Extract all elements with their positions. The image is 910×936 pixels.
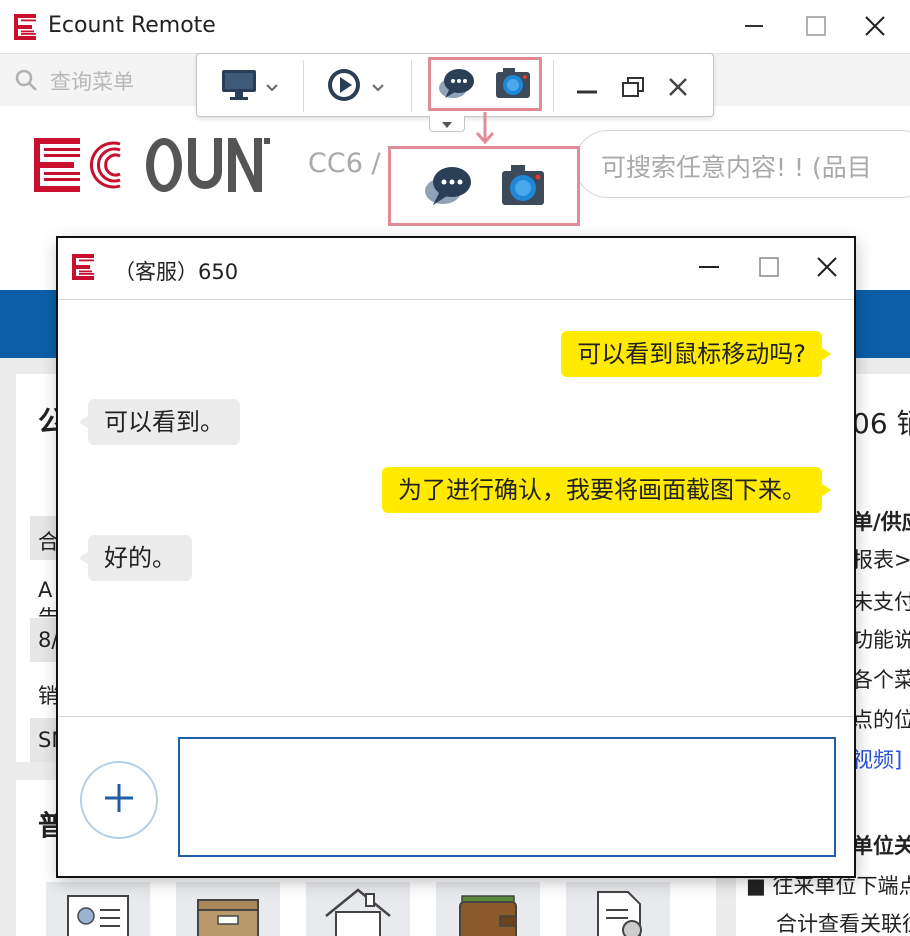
minimize-icon bbox=[698, 256, 720, 282]
toolbar-divider bbox=[553, 60, 554, 112]
left-bottom-title: 普 bbox=[38, 809, 58, 842]
chat-icon bbox=[423, 163, 473, 213]
contact-card-icon bbox=[46, 895, 150, 936]
chat-message-received: 好的。 bbox=[79, 535, 192, 581]
main-search-placeholder: 可搜索任意内容! ! (品目 bbox=[601, 153, 872, 182]
left-panel-title: 公 bbox=[38, 405, 58, 438]
minimize-icon bbox=[575, 76, 599, 100]
monitor-select-button[interactable] bbox=[221, 68, 279, 106]
chat-compose-area bbox=[58, 716, 854, 876]
plus-icon bbox=[103, 782, 135, 818]
chat-popup-title: （客服）650 bbox=[114, 260, 239, 284]
tile-contact-card[interactable] bbox=[46, 882, 150, 936]
right-panel-title: 06 销 bbox=[852, 407, 910, 440]
toolbar-close-button[interactable] bbox=[667, 76, 689, 102]
window-title: Ecount Remote bbox=[48, 13, 216, 38]
right-line-5: 各个菜 bbox=[852, 668, 910, 692]
toolbar-divider bbox=[411, 60, 412, 112]
restore-icon bbox=[621, 76, 645, 102]
left-row-4-text: 销 bbox=[38, 684, 58, 708]
tile-wallet[interactable] bbox=[436, 882, 540, 936]
message-input[interactable] bbox=[178, 737, 836, 857]
right-line-10: 合计查看关联往 bbox=[776, 912, 910, 936]
popup-minimize-button[interactable] bbox=[692, 252, 726, 286]
ecount-logo-icon bbox=[72, 254, 94, 284]
zoomed-toolbar-callout bbox=[388, 146, 580, 226]
ecount-brand-logo bbox=[34, 138, 270, 196]
play-button[interactable] bbox=[327, 68, 385, 106]
window-maximize-button[interactable] bbox=[796, 10, 836, 46]
chat-popup-window: （客服）650 可以看到鼠标移动吗? 可以看到。 为了进行确认，我要将画面截图下… bbox=[56, 236, 856, 878]
window-minimize-button[interactable] bbox=[734, 10, 774, 46]
right-line-link[interactable]: 视频] C bbox=[852, 744, 910, 774]
toolbar-restore-button[interactable] bbox=[621, 76, 645, 102]
right-line-8: 单位关 bbox=[852, 834, 910, 858]
wallet-icon bbox=[436, 895, 540, 936]
chevron-down-icon bbox=[371, 78, 385, 97]
tile-document-settings[interactable] bbox=[566, 882, 670, 936]
right-line-1: 单/供应 bbox=[852, 510, 910, 534]
document-gear-icon bbox=[566, 891, 670, 936]
attach-button[interactable] bbox=[80, 761, 158, 839]
window-titlebar: Ecount Remote bbox=[0, 0, 910, 54]
popup-maximize-button[interactable] bbox=[752, 252, 786, 286]
toolbar-minimize-button[interactable] bbox=[575, 76, 599, 100]
chevron-down-icon bbox=[265, 78, 279, 97]
minimize-icon bbox=[743, 15, 765, 41]
close-icon bbox=[864, 15, 886, 41]
right-line-3: 未支付 bbox=[852, 590, 910, 614]
monitor-icon bbox=[221, 68, 257, 106]
close-icon bbox=[816, 256, 838, 282]
highlight-toolbar-icons bbox=[428, 57, 542, 111]
maximize-icon bbox=[805, 15, 827, 41]
right-line-4: 功能说 bbox=[852, 628, 910, 652]
menu-search-placeholder: 查询菜单 bbox=[50, 70, 134, 94]
right-line-6: 点的位 bbox=[852, 708, 910, 732]
ecount-logo-icon bbox=[14, 14, 36, 44]
chat-message-received: 可以看到。 bbox=[79, 399, 240, 445]
search-icon bbox=[14, 68, 38, 96]
caret-down-icon bbox=[441, 114, 453, 133]
tile-box[interactable] bbox=[176, 882, 280, 936]
tile-home[interactable] bbox=[306, 882, 410, 936]
main-search-input[interactable]: 可搜索任意内容! ! (品目 bbox=[574, 130, 910, 198]
camera-icon bbox=[501, 163, 545, 211]
right-line-2[interactable]: 报表> bbox=[852, 544, 910, 574]
home-icon bbox=[306, 888, 410, 936]
popup-close-button[interactable] bbox=[810, 252, 844, 286]
window-close-button[interactable] bbox=[855, 10, 895, 46]
chat-message-sent: 可以看到鼠标移动吗? bbox=[561, 331, 831, 377]
chat-popup-titlebar: （客服）650 bbox=[58, 238, 854, 300]
chat-message-sent: 为了进行确认，我要将画面截图下来。 bbox=[382, 467, 831, 513]
close-icon bbox=[667, 76, 689, 102]
toolbar-collapse-toggle[interactable] bbox=[429, 116, 465, 132]
box-icon bbox=[176, 899, 280, 936]
chat-message-area[interactable]: 可以看到鼠标移动吗? 可以看到。 为了进行确认，我要将画面截图下来。 好的。 bbox=[58, 301, 854, 715]
toolbar-divider bbox=[303, 60, 304, 112]
maximize-icon bbox=[758, 256, 780, 282]
play-icon bbox=[327, 68, 361, 106]
